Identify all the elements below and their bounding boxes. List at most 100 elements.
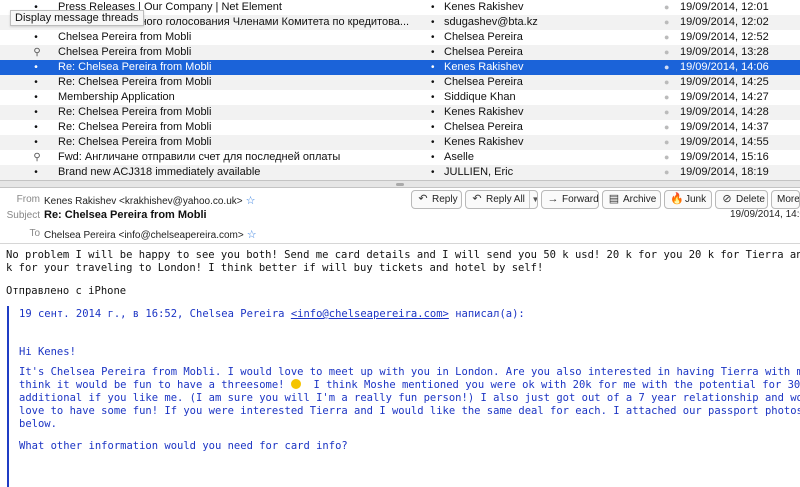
quote-line: think it would be fun to have a threesom… <box>19 379 800 392</box>
thread-dot-icon: • <box>34 32 38 43</box>
star-icon[interactable]: ☆ <box>246 195 256 207</box>
junk-status-icon[interactable]: ● <box>664 75 674 90</box>
unread-dot-icon[interactable]: • <box>431 15 439 30</box>
unread-dot-icon[interactable]: • <box>431 90 439 105</box>
junk-status-icon[interactable]: ● <box>664 150 674 165</box>
to-value[interactable]: Chelsea Pereira <info@chelseapereira.com… <box>44 228 257 241</box>
message-row[interactable]: • Re: Chelsea Pereira from Mobli • Chelsea … <box>0 120 800 135</box>
junk-status-icon[interactable]: ● <box>664 90 674 105</box>
message-from: Kenes Rakishev <box>444 136 524 148</box>
forward-button[interactable]: → Forward <box>541 190 599 209</box>
reply-all-button[interactable]: ↶ Reply All▼ <box>465 190 538 209</box>
message-subject: Re: Chelsea Pereira from Mobli <box>58 121 212 133</box>
message-row[interactable]: • Brand new ACJ318 immediately available •… <box>0 165 800 180</box>
unread-dot-icon[interactable]: • <box>431 165 439 180</box>
quote-line: additional if you like me. (I am sure yo… <box>19 392 800 404</box>
message-from: Kenes Rakishev <box>444 1 524 13</box>
message-date: 19/09/2014, 12:52 <box>680 31 769 43</box>
from-label: From <box>16 194 40 205</box>
message-row[interactable]: • Re: Chelsea Pereira from Mobli • Kenes Ra… <box>0 135 800 150</box>
thread-dot-icon: • <box>34 122 38 133</box>
message-from: Chelsea Pereira <box>444 31 523 43</box>
unread-dot-icon[interactable]: • <box>431 150 439 165</box>
splitter-grip[interactable] <box>396 183 404 186</box>
archive-label: Archive <box>623 194 657 205</box>
from-value[interactable]: Kenes Rakishev <krakhishev@yahoo.co.uk> ☆ <box>44 194 255 207</box>
tooltip: Display message threads <box>10 10 144 26</box>
junk-status-icon[interactable]: ● <box>664 105 674 120</box>
message-row[interactable]: • Membership Application • Siddique Khan ● 19… <box>0 90 800 105</box>
message-date: 19/09/2014, 12:01 <box>680 1 769 13</box>
unread-dot-icon[interactable]: • <box>431 105 439 120</box>
quote-line-part: I think Moshe mentioned you were ok with… <box>300 379 800 391</box>
message-date: 19/09/2014, 14:28 <box>680 106 769 118</box>
message-from: Chelsea Pereira <box>444 121 523 133</box>
reply-icon: ↶ <box>418 193 428 205</box>
subject-value: Re: Chelsea Pereira from Mobli <box>44 209 207 221</box>
archive-button[interactable]: ▤ Archive <box>602 190 661 209</box>
more-label: More <box>777 194 800 205</box>
junk-icon: 🔥 <box>670 193 684 205</box>
message-subject: Chelsea Pereira from Mobli <box>58 31 192 43</box>
unread-dot-icon[interactable]: • <box>431 120 439 135</box>
delete-button[interactable]: ⊘ Delete <box>715 190 768 209</box>
star-icon[interactable]: ☆ <box>247 229 257 241</box>
message-date: 19/09/2014, 14:0 <box>730 209 800 220</box>
message-from: Kenes Rakishev <box>444 106 524 118</box>
unread-dot-icon[interactable]: • <box>431 0 439 15</box>
reply-button[interactable]: ↶ Reply <box>411 190 462 209</box>
thread-dot-icon: • <box>34 92 38 103</box>
message-subject: Membership Application <box>58 91 175 103</box>
junk-status-icon[interactable]: ● <box>664 165 674 180</box>
chevron-down-icon[interactable]: ▼ <box>528 191 537 208</box>
message-date: 19/09/2014, 18:19 <box>680 166 769 178</box>
unread-dot-icon[interactable]: • <box>431 45 439 60</box>
message-from: Siddique Khan <box>444 91 516 103</box>
quote-greeting: Hi Kenes! <box>19 346 76 358</box>
message-row[interactable]: • Chelsea Pereira from Mobli • Chelsea Pere… <box>0 30 800 45</box>
message-row[interactable]: • Re: Chelsea Pereira from Mobli • Chelsea … <box>0 75 800 90</box>
paperclip-icon: ⚲ <box>33 152 41 163</box>
junk-status-icon[interactable]: ● <box>664 0 674 15</box>
unread-dot-icon[interactable]: • <box>431 60 439 75</box>
message-date: 19/09/2014, 14:37 <box>680 121 769 133</box>
unread-dot-icon[interactable]: • <box>431 30 439 45</box>
unread-dot-icon[interactable]: • <box>431 75 439 90</box>
paperclip-icon: ⚲ <box>33 47 41 58</box>
message-row[interactable]: • Re: Chelsea Pereira from Mobli • Kenes Ra… <box>0 105 800 120</box>
smiley-icon <box>290 379 301 389</box>
junk-status-icon[interactable]: ● <box>664 120 674 135</box>
junk-status-icon[interactable]: ● <box>664 30 674 45</box>
message-subject: Fwd: Англичане отправили счет для послед… <box>58 151 341 163</box>
message-subject: Re: Chelsea Pereira from Mobli <box>58 61 212 73</box>
reply-all-label: Reply All <box>486 194 525 205</box>
junk-status-icon[interactable]: ● <box>664 45 674 60</box>
message-list[interactable]: • Press Releases | Our Company | Net Elem… <box>0 0 800 180</box>
to-label: To <box>29 228 40 239</box>
junk-status-icon[interactable]: ● <box>664 15 674 30</box>
message-from: Kenes Rakishev <box>444 61 524 73</box>
thread-dot-icon: • <box>34 62 38 73</box>
message-date: 19/09/2014, 14:06 <box>680 61 769 73</box>
quote-intro-suffix: написал(а): <box>448 308 525 320</box>
delete-label: Delete <box>736 194 765 205</box>
message-from: sdugashev@bta.kz <box>444 16 538 28</box>
message-from: Chelsea Pereira <box>444 76 523 88</box>
quote-line-part: think it would be fun to have a threesom… <box>19 379 291 391</box>
message-row[interactable]: • Re: Chelsea Pereira from Mobli • Kenes Ra… <box>0 60 800 75</box>
message-date: 19/09/2014, 13:28 <box>680 46 769 58</box>
unread-dot-icon[interactable]: • <box>431 135 439 150</box>
junk-status-icon[interactable]: ● <box>664 60 674 75</box>
body-line: No problem I will be happy to see you bo… <box>6 249 800 261</box>
message-row[interactable]: ⚲ Fwd: Англичане отправили счет для после… <box>0 150 800 165</box>
more-button[interactable]: More <box>771 190 800 209</box>
message-row[interactable]: ⚲ Chelsea Pereira from Mobli • Chelsea Pere… <box>0 45 800 60</box>
junk-button[interactable]: 🔥Junk <box>664 190 712 209</box>
junk-status-icon[interactable]: ● <box>664 135 674 150</box>
pane-splitter[interactable] <box>0 180 800 188</box>
message-subject: Brand new ACJ318 immediately available <box>58 166 261 178</box>
from-address[interactable]: Kenes Rakishev <krakhishev@yahoo.co.uk> <box>44 196 243 207</box>
email-link[interactable]: <info@chelseapereira.com> <box>291 308 449 320</box>
message-subject: Re: Chelsea Pereira from Mobli <box>58 136 212 148</box>
to-address[interactable]: Chelsea Pereira <info@chelseapereira.com… <box>44 230 244 241</box>
